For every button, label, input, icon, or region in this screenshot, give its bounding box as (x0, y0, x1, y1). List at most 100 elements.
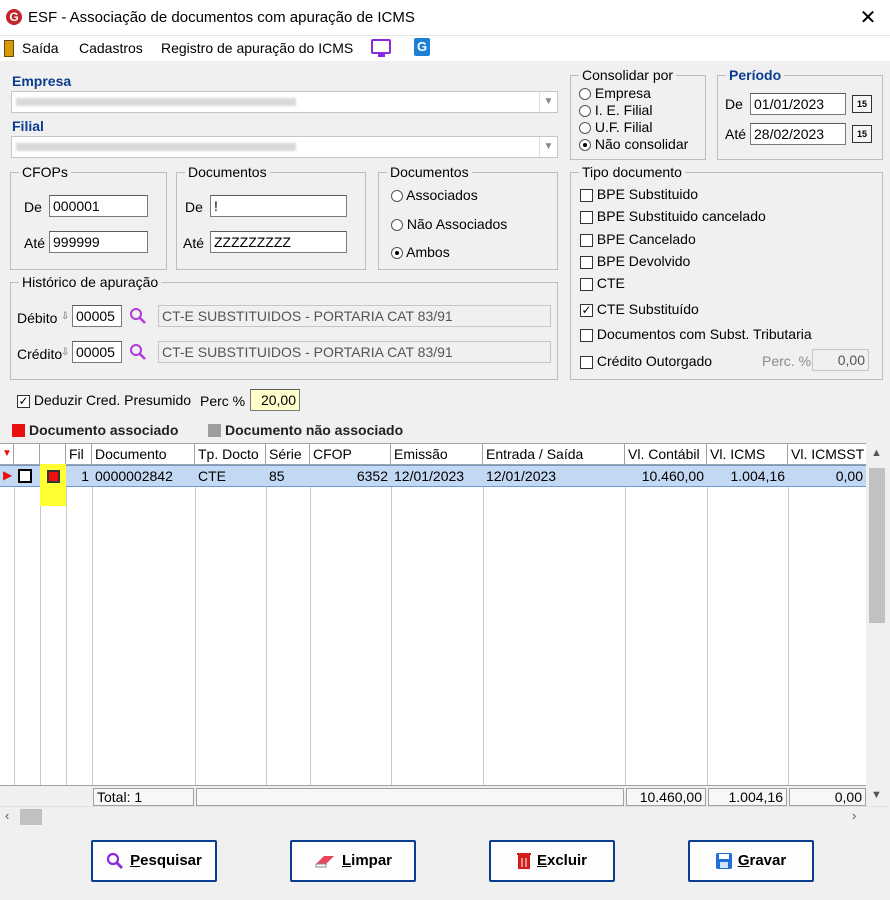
row-select-checkbox[interactable] (18, 469, 32, 483)
checkmark-icon: ✓ (17, 393, 30, 408)
col-head-emissao[interactable]: Emissão (391, 444, 483, 465)
col-head-cfop[interactable]: CFOP (310, 444, 391, 465)
search-icon[interactable] (129, 343, 147, 361)
filial-value (16, 143, 296, 151)
cfops-de-input[interactable]: 000001 (49, 195, 148, 217)
total-count: Total: 1 (93, 788, 194, 806)
limpar-button[interactable]: Limpar (290, 840, 416, 882)
row-pointer-icon: ▶ (3, 468, 13, 482)
documentos-range-group: Documentos (176, 164, 366, 270)
cell-documento: 0000002842 (95, 468, 173, 484)
monitor-icon[interactable] (371, 39, 391, 57)
periodo-ate-input[interactable]: 28/02/2023 (750, 123, 846, 145)
cell-cfop: 6352 (356, 468, 388, 484)
check-bpe-substituido[interactable]: BPE Substituido (580, 186, 698, 202)
gravar-button[interactable]: Gravar (688, 840, 814, 882)
close-button[interactable]: ✕ (853, 4, 883, 32)
check-credito-outorgado[interactable]: Crédito Outorgado (580, 353, 712, 369)
calendar-icon[interactable]: 15 (852, 125, 872, 143)
filial-combo[interactable]: ▼ (11, 136, 558, 158)
trash-icon (516, 853, 531, 870)
grid-header: ▼ Fil Documento Tp. Docto Série CFOP Emi… (0, 444, 866, 465)
empresa-value (16, 98, 296, 106)
horizontal-scrollbar[interactable]: ‹ › (0, 806, 888, 826)
col-line (310, 444, 311, 785)
periodo-group: Período (717, 67, 883, 160)
col-line (195, 444, 196, 785)
cfops-de-label: De (24, 199, 42, 215)
col-head-vl-icms[interactable]: Vl. ICMS (707, 444, 788, 465)
total-vl-icmsst: 0,00 (789, 788, 866, 806)
perc-outorgado-input[interactable]: 0,00 (812, 349, 869, 371)
cell-vl-icmsst: 0,00 (835, 468, 863, 484)
check-documentos-subst-tributaria[interactable]: Documentos com Subst. Tributaria (580, 326, 812, 342)
col-head-select[interactable] (14, 444, 40, 465)
scroll-left-icon[interactable]: ‹ (5, 808, 9, 823)
check-deduzir-cred-presumido[interactable]: ✓ Deduzir Cred. Presumido (17, 392, 191, 408)
table-row[interactable]: ▶ 1 0000002842 CTE 85 6352 12/01/2023 12… (0, 464, 866, 506)
col-head-status[interactable] (40, 444, 66, 465)
search-icon[interactable] (129, 307, 147, 325)
cfops-ate-input[interactable]: 999999 (49, 231, 148, 253)
col-head-entrada-saida[interactable]: Entrada / Saída (483, 444, 625, 465)
col-head-serie[interactable]: Série (266, 444, 310, 465)
col-head-fil[interactable]: Fil (66, 444, 92, 465)
credito-description: CT-E SUBSTITUIDOS - PORTARIA CAT 83/91 (158, 341, 551, 363)
scroll-down-icon[interactable]: ▼ (871, 789, 882, 801)
radio-ambos[interactable]: Ambos (391, 244, 450, 260)
col-head-documento[interactable]: Documento (92, 444, 195, 465)
credito-code-input[interactable]: 00005 (72, 341, 122, 363)
tipo-documento-label: Tipo documento (579, 164, 685, 180)
radio-nao-consolidar[interactable]: Não consolidar (579, 136, 688, 152)
excluir-button[interactable]: Excluir (489, 840, 615, 882)
perc-deduzir-input[interactable]: 20,00 (250, 389, 300, 411)
radio-empresa[interactable]: Empresa (579, 85, 651, 101)
sort-down-icon[interactable]: ▼ (0, 444, 14, 465)
perc-deduzir-label: Perc % (200, 393, 246, 409)
radio-ie-filial[interactable]: I. E. Filial (579, 102, 652, 118)
check-bpe-substituido-cancelado[interactable]: BPE Substituido cancelado (580, 208, 766, 224)
radio-nao-associados[interactable]: Não Associados (391, 216, 507, 232)
documentos-ate-input[interactable]: ZZZZZZZZZ (210, 231, 347, 253)
sort-arrow-icon: ⇩ (61, 311, 70, 322)
horizontal-scroll-thumb[interactable] (20, 809, 42, 825)
exit-door-icon (4, 40, 14, 57)
cfops-ate-label: Até (24, 235, 46, 251)
chevron-down-icon[interactable]: ▼ (539, 137, 557, 157)
documentos-de-input[interactable]: ! (210, 195, 347, 217)
empresa-combo[interactable]: ▼ (11, 91, 558, 113)
col-head-tp-docto[interactable]: Tp. Docto (195, 444, 266, 465)
periodo-ate-label: Até (725, 126, 747, 142)
cell-emissao: 12/01/2023 (394, 468, 465, 484)
radio-associados[interactable]: Associados (391, 187, 478, 203)
legend-nao-associado-swatch (208, 424, 221, 437)
calendar-icon[interactable]: 15 (852, 95, 872, 113)
debito-code-input[interactable]: 00005 (72, 305, 122, 327)
scroll-up-icon[interactable]: ▲ (871, 447, 882, 459)
check-cte[interactable]: CTE (580, 275, 625, 291)
legend-nao-associado-label: Documento não associado (225, 422, 404, 438)
radio-uf-filial[interactable]: U.F. Filial (579, 119, 652, 135)
check-bpe-cancelado[interactable]: BPE Cancelado (580, 231, 696, 247)
menu-registro-apuracao[interactable]: Registro de apuração do ICMS (161, 40, 353, 56)
g-app-icon[interactable]: G (414, 38, 430, 56)
periodo-label: Período (726, 67, 785, 83)
menu-saida[interactable]: Saída (22, 40, 59, 56)
documentos-filter-label: Documentos (387, 164, 472, 180)
cell-fil: 1 (81, 468, 89, 484)
status-associado-icon[interactable] (47, 470, 60, 483)
col-head-vl-contabil[interactable]: Vl. Contábil (625, 444, 707, 465)
check-cte-substituido[interactable]: ✓ CTE Substituído (580, 301, 699, 317)
grid-totals: Total: 1 10.460,00 1.004,16 0,00 (0, 785, 866, 807)
vertical-scrollbar[interactable]: ▲ ▼ (866, 443, 888, 806)
vertical-scroll-thumb[interactable] (869, 468, 885, 623)
chevron-down-icon[interactable]: ▼ (539, 92, 557, 112)
menu-cadastros[interactable]: Cadastros (79, 40, 143, 56)
periodo-de-input[interactable]: 01/01/2023 (750, 93, 846, 115)
col-head-vl-icmsst[interactable]: Vl. ICMSST (788, 444, 866, 465)
historico-group: Histórico de apuração (10, 274, 558, 380)
check-bpe-devolvido[interactable]: BPE Devolvido (580, 253, 690, 269)
scroll-right-icon[interactable]: › (852, 808, 856, 823)
pesquisar-button[interactable]: Pesquisar (91, 840, 217, 882)
historico-label: Histórico de apuração (19, 274, 162, 290)
